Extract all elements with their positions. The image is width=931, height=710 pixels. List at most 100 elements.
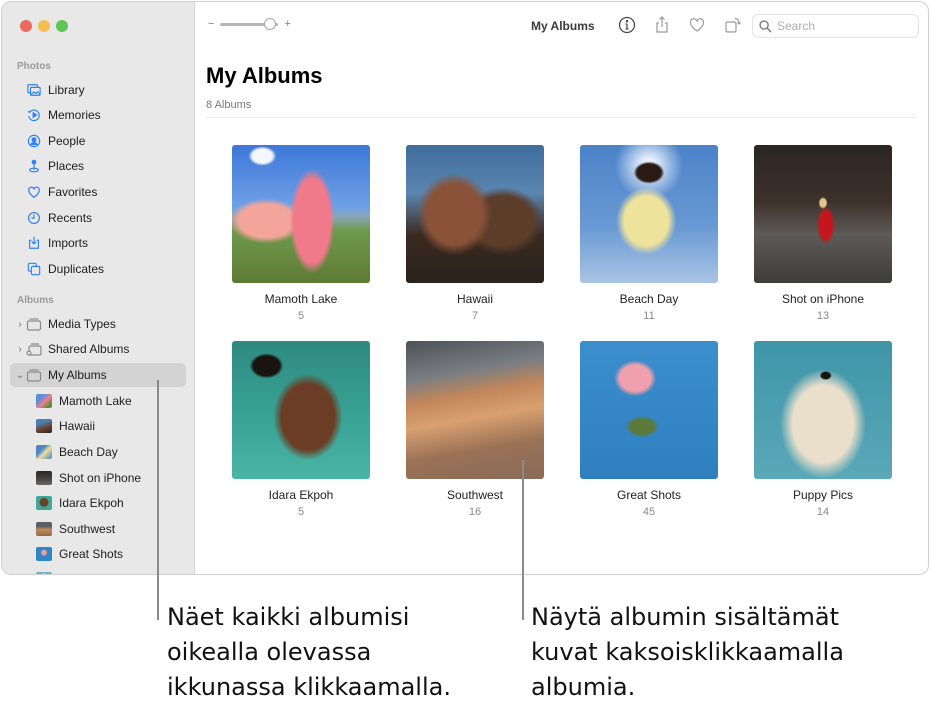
album-puppy-pics[interactable]: Puppy Pics 14 (753, 341, 893, 518)
info-icon (618, 16, 636, 34)
album-count: 13 (816, 310, 830, 322)
sidebar-album-southwest[interactable]: Southwest (36, 518, 115, 540)
thumbnail-size-slider[interactable]: − + (208, 17, 291, 30)
section-label-albums: Albums (17, 295, 54, 306)
sidebar-item-favorites[interactable]: Favorites (10, 180, 186, 204)
callout-right: Näytä albumin sisältämät kuvat kaksoiskl… (531, 600, 844, 705)
sidebar-album-hawaii[interactable]: Hawaii (36, 415, 95, 437)
album-mamoth-lake[interactable]: Mamoth Lake 5 (231, 145, 371, 322)
album-shot-on-iphone[interactable]: Shot on iPhone 13 (753, 145, 893, 322)
sidebar-item-label: Media Types (48, 317, 116, 331)
album-thumbnail (36, 496, 52, 510)
section-label-photos: Photos (17, 61, 51, 72)
folder-icon (26, 368, 42, 382)
album-name: Idara Ekpoh (268, 488, 334, 502)
sidebar-item-duplicates[interactable]: Duplicates (10, 257, 186, 281)
search-icon (759, 19, 772, 33)
sidebar-item-library[interactable]: Library (10, 78, 186, 102)
sidebar-item-label: People (48, 134, 86, 148)
slider-track[interactable] (220, 17, 279, 30)
sidebar-album-great-shots[interactable]: Great Shots (36, 543, 123, 565)
sidebar-item-label: Favorites (48, 185, 98, 199)
sidebar-item-places[interactable]: Places (10, 154, 186, 178)
album-beach-day[interactable]: Beach Day 11 (579, 145, 719, 322)
sidebar-album-label: Puppy Pics (59, 572, 119, 574)
zoom-button[interactable] (56, 20, 68, 32)
album-cover[interactable] (406, 341, 544, 479)
album-cover[interactable] (232, 145, 370, 283)
sidebar-album-label: Idara Ekpoh (59, 496, 124, 510)
search-field[interactable] (752, 14, 919, 38)
duplicates-icon (26, 261, 42, 277)
sidebar-album-mamoth-lake[interactable]: Mamoth Lake (36, 390, 132, 412)
share-button[interactable] (652, 15, 672, 35)
chevron-right-icon[interactable]: › (15, 319, 25, 330)
sidebar-album-label: Beach Day (59, 445, 118, 459)
album-cover[interactable] (754, 341, 892, 479)
sidebar-album-label: Great Shots (59, 547, 124, 561)
album-cover[interactable] (580, 341, 718, 479)
callout-left-line: Näet kaikki albumisi (167, 603, 410, 631)
zoom-in-icon[interactable]: + (284, 18, 290, 30)
album-count: 7 (471, 310, 479, 322)
shared-folder-icon (26, 342, 42, 356)
album-count: 14 (816, 506, 830, 518)
sidebar-item-label: Shared Albums (48, 342, 130, 356)
album-thumbnail (36, 522, 52, 536)
sidebar-item-shared-albums[interactable]: › Shared Albums (10, 337, 186, 361)
chevron-down-icon[interactable]: ⌄ (15, 370, 25, 381)
callout-left-line: oikealla olevassa (167, 638, 372, 666)
album-idara-ekpoh[interactable]: Idara Ekpoh 5 (231, 341, 371, 518)
album-count: 16 (468, 506, 482, 518)
sidebar-item-label: Duplicates (48, 262, 105, 276)
sidebar: Photos Library Memories People Places Fa… (2, 2, 195, 574)
places-icon (26, 158, 42, 174)
album-great-shots[interactable]: Great Shots 45 (579, 341, 719, 518)
album-cover[interactable] (406, 145, 544, 283)
rotate-button[interactable] (723, 15, 743, 35)
sidebar-album-shot-on-iphone[interactable]: Shot on iPhone (36, 467, 141, 489)
sidebar-album-puppy-pics[interactable]: Puppy Pics (36, 568, 119, 574)
album-count-label: 8 Albums (206, 99, 252, 111)
album-southwest[interactable]: Southwest 16 (405, 341, 545, 518)
sidebar-item-people[interactable]: People (10, 129, 186, 153)
album-count: 45 (642, 506, 656, 518)
favorite-button[interactable] (687, 15, 707, 35)
sidebar-item-media-types[interactable]: › Media Types (10, 312, 186, 336)
sidebar-item-label: Places (48, 159, 85, 173)
close-button[interactable] (20, 20, 32, 32)
callout-right-line: albumia. (531, 673, 636, 701)
album-hawaii[interactable]: Hawaii 7 (405, 145, 545, 322)
sidebar-item-label: Memories (48, 108, 101, 122)
heart-icon (689, 18, 705, 32)
album-count: 5 (297, 506, 305, 518)
info-button[interactable] (617, 15, 637, 35)
zoom-out-icon[interactable]: − (208, 18, 214, 30)
album-thumbnail (36, 572, 52, 574)
album-name: Southwest (446, 488, 504, 502)
sidebar-item-memories[interactable]: Memories (10, 103, 186, 127)
sidebar-item-my-albums[interactable]: ⌄ My Albums (10, 363, 186, 387)
album-cover[interactable] (580, 145, 718, 283)
album-cover[interactable] (754, 145, 892, 283)
search-input[interactable] (777, 19, 907, 33)
clock-icon (26, 210, 42, 226)
sidebar-item-imports[interactable]: Imports (10, 231, 186, 255)
photos-window: Photos Library Memories People Places Fa… (1, 1, 929, 575)
folder-icon (26, 317, 42, 331)
sidebar-item-recents[interactable]: Recents (10, 206, 186, 230)
chevron-right-icon[interactable]: › (15, 344, 25, 355)
sidebar-album-beach-day[interactable]: Beach Day (36, 441, 118, 463)
minimize-button[interactable] (38, 20, 50, 32)
callout-line-left (157, 380, 159, 620)
callout-right-line: Näytä albumin sisältämät (531, 603, 839, 631)
callout-left-line: ikkunassa klikkaamalla. (167, 673, 451, 701)
album-thumbnail (36, 445, 52, 459)
album-cover[interactable] (232, 341, 370, 479)
callout-right-line: kuvat kaksoisklikkaamalla (531, 638, 844, 666)
sidebar-album-idara-ekpoh[interactable]: Idara Ekpoh (36, 492, 124, 514)
album-thumbnail (36, 419, 52, 433)
sidebar-album-label: Mamoth Lake (59, 394, 132, 408)
slider-knob[interactable] (264, 17, 277, 30)
album-thumbnail (36, 471, 52, 485)
